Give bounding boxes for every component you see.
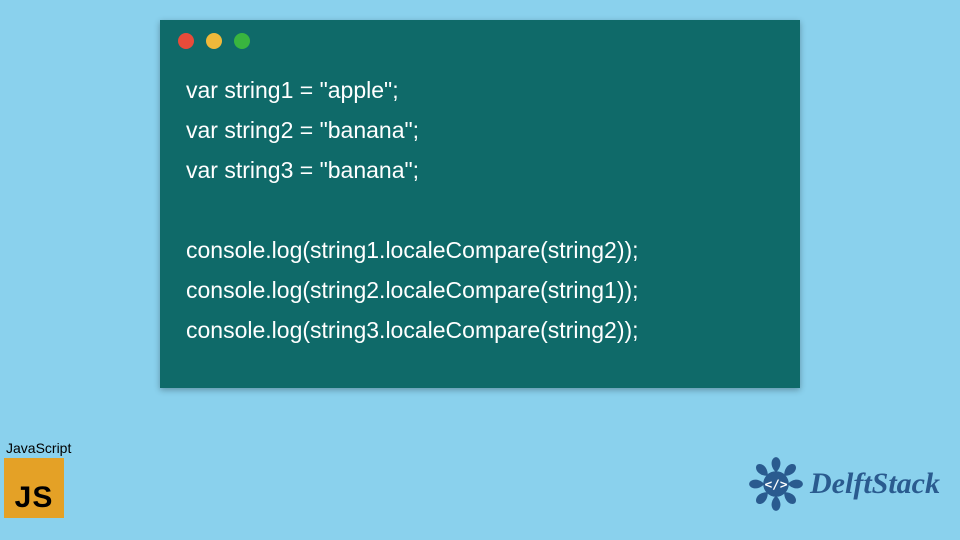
javascript-logo-icon: JS [4,458,64,518]
code-line: var string2 = "banana"; [186,117,419,143]
window-titlebar [160,20,800,62]
delftstack-text: DelftStack [810,467,940,501]
javascript-badge: JavaScript JS [4,440,88,518]
code-line: var string3 = "banana"; [186,157,419,183]
javascript-label: JavaScript [4,440,88,456]
code-line: console.log(string1.localeCompare(string… [186,237,639,263]
code-window: var string1 = "apple"; var string2 = "ba… [160,20,800,388]
close-icon[interactable] [178,33,194,49]
delftstack-logo-icon: </> [744,452,808,516]
minimize-icon[interactable] [206,33,222,49]
code-block: var string1 = "apple"; var string2 = "ba… [160,62,800,350]
code-line: console.log(string2.localeCompare(string… [186,277,639,303]
delftstack-brand: </> DelftStack [744,452,940,516]
code-line: var string1 = "apple"; [186,77,399,103]
svg-text:</>: </> [764,477,787,492]
maximize-icon[interactable] [234,33,250,49]
code-line: console.log(string3.localeCompare(string… [186,317,639,343]
